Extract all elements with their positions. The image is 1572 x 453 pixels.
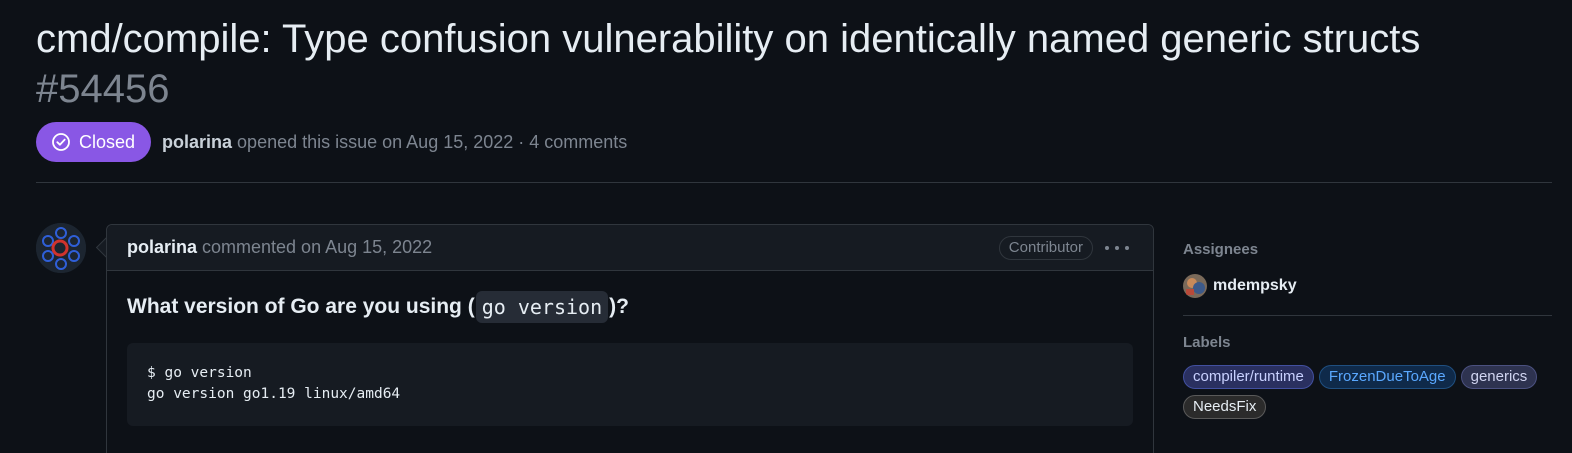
comment-header: polarina commented on Aug 15, 2022 Contr…: [107, 225, 1153, 271]
check-circle-icon: [52, 133, 70, 151]
comment-timestamp-link[interactable]: commented on Aug 15, 2022: [202, 237, 432, 258]
header-divider: [36, 182, 1552, 183]
code-line: $ go version: [147, 365, 252, 381]
issue-title: cmd/compile: Type confusion vulnerabilit…: [36, 14, 1536, 114]
labels-list: compiler/runtime FrozenDueToAge generics…: [1183, 365, 1553, 425]
avatar-pattern-icon: [36, 223, 86, 273]
inline-code: go version: [475, 291, 609, 323]
label-generics[interactable]: generics: [1460, 365, 1538, 389]
issue-opened-text: opened this issue on Aug 15, 2022 · 4 co…: [237, 131, 628, 152]
comment-body: What version of Go are you using ( go ve…: [107, 291, 1153, 426]
label-compiler-runtime[interactable]: compiler/runtime: [1183, 365, 1314, 389]
label-frozen-due-to-age[interactable]: FrozenDueToAge: [1318, 365, 1456, 389]
issue-title-text: cmd/compile: Type confusion vulnerabilit…: [36, 17, 1421, 61]
label-needs-fix[interactable]: NeedsFix: [1183, 395, 1267, 419]
assignees-heading[interactable]: Assignees: [1183, 240, 1552, 260]
issue-sidebar: Assignees mdempsky Labels compiler/runti…: [1183, 240, 1552, 425]
contributor-badge: Contributor: [998, 236, 1093, 260]
issue-number: #54456: [36, 67, 170, 111]
commenter-avatar[interactable]: [36, 223, 86, 273]
sidebar-divider: [1183, 315, 1552, 316]
code-line: go version go1.19 linux/amd64: [147, 386, 401, 402]
assignee-item[interactable]: mdempsky: [1183, 274, 1552, 298]
assignee-avatar: [1183, 274, 1207, 298]
state-badge-closed: Closed: [36, 122, 152, 162]
comment-options-icon[interactable]: [1105, 239, 1129, 257]
issue-author-link[interactable]: polarina: [162, 132, 232, 153]
issue-page: cmd/compile: Type confusion vulnerabilit…: [0, 0, 1572, 453]
state-badge-label: Closed: [79, 131, 136, 152]
code-block: $ go version go version go1.19 linux/amd6…: [127, 343, 1133, 426]
issue-meta: Closed polarina opened this issue on Aug…: [36, 122, 627, 162]
labels-heading[interactable]: Labels: [1183, 333, 1552, 353]
issue-comment: polarina commented on Aug 15, 2022 Contr…: [106, 224, 1154, 453]
assignee-name: mdempsky: [1213, 277, 1297, 294]
comment-author-link[interactable]: polarina: [127, 237, 197, 258]
question-heading: What version of Go are you using ( go ve…: [127, 291, 1133, 323]
